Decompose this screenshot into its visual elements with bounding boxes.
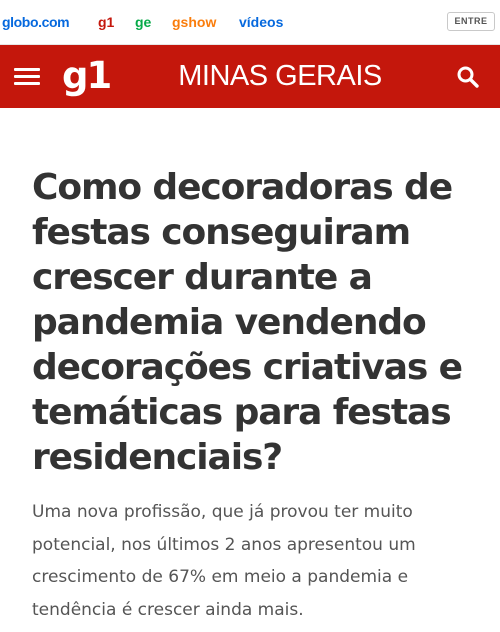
nav-link-gshow[interactable]: gshow xyxy=(172,14,216,30)
g1-logo[interactable]: g1 xyxy=(62,56,112,96)
article-headline: Como decoradoras de festas conseguiram c… xyxy=(32,167,463,478)
login-button[interactable]: ENTRE xyxy=(447,12,495,31)
section-header: g1 MINAS GERAIS xyxy=(0,45,500,108)
nav-link-videos[interactable]: vídeos xyxy=(239,14,283,30)
menu-icon[interactable] xyxy=(14,68,40,86)
section-title[interactable]: MINAS GERAIS xyxy=(125,60,435,92)
globo-top-bar: globo.com g1 ge gshow vídeos ENTRE xyxy=(0,0,500,45)
nav-link-ge[interactable]: ge xyxy=(135,14,151,30)
search-icon[interactable] xyxy=(456,65,480,89)
nav-link-g1[interactable]: g1 xyxy=(98,14,114,30)
article-subtitle: Uma nova profissão, que já provou ter mu… xyxy=(32,502,416,620)
globo-logo-link[interactable]: globo.com xyxy=(2,14,70,30)
